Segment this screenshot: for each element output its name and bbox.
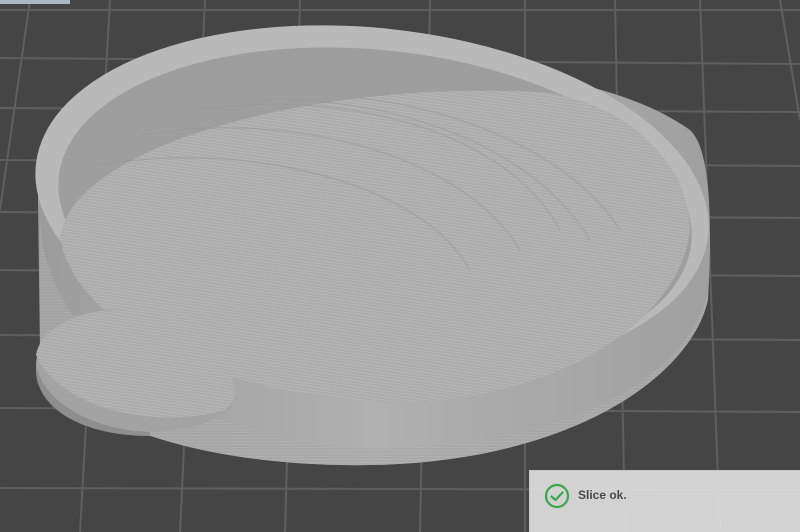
toolbar-edge	[0, 0, 70, 4]
slice-status-notification: Slice ok.	[529, 470, 800, 532]
sliced-model	[35, 25, 711, 466]
build-plate-scene	[0, 0, 800, 532]
check-circle-icon	[544, 483, 570, 509]
3d-viewport[interactable]: Slice ok.	[0, 0, 800, 532]
slice-status-message: Slice ok.	[578, 488, 627, 502]
